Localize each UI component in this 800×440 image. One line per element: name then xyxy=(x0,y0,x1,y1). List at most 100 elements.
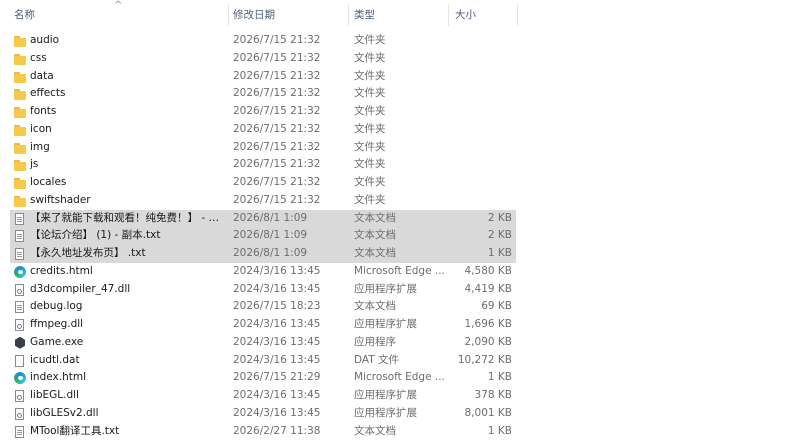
text-file-icon xyxy=(13,425,27,439)
file-type: 文件夹 xyxy=(354,156,446,174)
column-name-label: 名称 xyxy=(14,9,35,21)
folder-icon xyxy=(13,123,27,137)
file-row[interactable]: img2026/7/15 21:32文件夹 xyxy=(0,139,800,157)
edge-icon xyxy=(13,371,27,385)
file-size: 69 KB xyxy=(446,298,512,316)
column-date-header[interactable]: 修改日期 xyxy=(229,0,348,30)
column-divider[interactable] xyxy=(348,4,349,26)
folder-icon xyxy=(13,176,27,190)
file-type: 文本文档 xyxy=(354,298,446,316)
dll-file-icon xyxy=(13,318,27,332)
file-row[interactable]: index.html2026/7/15 21:29Microsoft Edge … xyxy=(0,369,800,387)
file-name: swiftshader xyxy=(30,192,226,210)
file-size: 10,272 KB xyxy=(446,352,512,370)
file-date: 2026/2/27 11:38 xyxy=(233,423,348,440)
file-row[interactable]: credits.html2024/3/16 13:45Microsoft Edg… xyxy=(0,263,800,281)
file-date: 2024/3/16 13:45 xyxy=(233,281,348,299)
folder-icon xyxy=(13,52,27,66)
file-size xyxy=(446,68,512,86)
file-type: 文件夹 xyxy=(354,103,446,121)
folder-icon xyxy=(13,194,27,208)
column-type-label: 类型 xyxy=(354,9,375,21)
file-row[interactable]: ffmpeg.dll2024/3/16 13:45应用程序扩展1,696 KB xyxy=(0,316,800,334)
file-size: 4,419 KB xyxy=(446,281,512,299)
file-date: 2026/7/15 21:32 xyxy=(233,50,348,68)
file-date: 2026/7/15 21:29 xyxy=(233,369,348,387)
column-divider[interactable] xyxy=(448,4,449,26)
blank-file-icon xyxy=(13,354,27,368)
file-size: 8,001 KB xyxy=(446,405,512,423)
file-type: 文件夹 xyxy=(354,85,446,103)
dll-file-icon xyxy=(13,283,27,297)
column-type-header[interactable]: 类型 xyxy=(350,0,446,30)
text-file-icon xyxy=(13,300,27,314)
file-row[interactable]: 【永久地址发布页】 .txt2026/8/1 1:09文本文档1 KB xyxy=(0,245,800,263)
file-date: 2026/7/15 18:23 xyxy=(233,298,348,316)
file-size xyxy=(446,192,512,210)
file-name: locales xyxy=(30,174,226,192)
file-size: 1 KB xyxy=(446,369,512,387)
file-date: 2026/7/15 21:32 xyxy=(233,32,348,50)
file-size: 2,090 KB xyxy=(446,334,512,352)
file-name: audio xyxy=(30,32,226,50)
file-name: Game.exe xyxy=(30,334,226,352)
file-date: 2026/7/15 21:32 xyxy=(233,192,348,210)
column-divider[interactable] xyxy=(517,4,518,26)
file-row[interactable]: Game.exe2024/3/16 13:45应用程序2,090 KB xyxy=(0,334,800,352)
column-size-header[interactable]: 大小 xyxy=(451,0,517,30)
file-row[interactable]: d3dcompiler_47.dll2024/3/16 13:45应用程序扩展4… xyxy=(0,281,800,299)
file-row[interactable]: js 2026/7/15 21:32 文件夹 xyxy=(0,156,800,174)
file-size: 1 KB xyxy=(446,423,512,440)
folder-icon xyxy=(13,158,27,172)
folder-icon xyxy=(13,141,27,155)
text-file-icon xyxy=(13,247,27,261)
column-header: 名称 ^ 修改日期 类型 大小 xyxy=(0,0,800,30)
file-name: 【永久地址发布页】 .txt xyxy=(30,245,226,263)
file-date: 2026/8/1 1:09 xyxy=(233,227,348,245)
folder-icon xyxy=(13,105,27,119)
file-row[interactable]: 【来了就能下载和观看！纯免费！】 - 副...2026/8/1 1:09文本文档… xyxy=(0,210,800,228)
file-type: 文件夹 xyxy=(354,121,446,139)
file-row[interactable]: fonts2026/7/15 21:32文件夹 xyxy=(0,103,800,121)
file-name: ffmpeg.dll xyxy=(30,316,226,334)
file-row[interactable]: data2026/7/15 21:32文件夹 xyxy=(0,68,800,86)
file-row[interactable]: swiftshader2026/7/15 21:32文件夹 xyxy=(0,192,800,210)
file-size: 378 KB xyxy=(446,387,512,405)
file-row[interactable]: libEGL.dll2024/3/16 13:45应用程序扩展378 KB xyxy=(0,387,800,405)
file-size: 4,580 KB xyxy=(446,263,512,281)
file-date: 2026/7/15 21:32 xyxy=(233,85,348,103)
file-type: 应用程序 xyxy=(354,334,446,352)
file-size xyxy=(446,32,512,50)
file-row[interactable]: icon2026/7/15 21:32文件夹 xyxy=(0,121,800,139)
file-date: 2026/7/15 21:32 xyxy=(233,156,348,174)
file-size xyxy=(446,103,512,121)
file-date: 2024/3/16 13:45 xyxy=(233,387,348,405)
file-row[interactable]: audio2026/7/15 21:32文件夹 xyxy=(0,32,800,50)
file-row[interactable]: css2026/7/15 21:32文件夹 xyxy=(0,50,800,68)
column-date-label: 修改日期 xyxy=(233,9,275,21)
file-row[interactable]: MTool翻译工具.txt2026/2/27 11:38文本文档1 KB xyxy=(0,423,800,440)
file-type: 文件夹 xyxy=(354,68,446,86)
file-row[interactable]: icudtl.dat2024/3/16 13:45DAT 文件10,272 KB xyxy=(0,352,800,370)
edge-icon xyxy=(13,265,27,279)
file-date: 2024/3/16 13:45 xyxy=(233,316,348,334)
file-row[interactable]: locales2026/7/15 21:32文件夹 xyxy=(0,174,800,192)
file-name: libEGL.dll xyxy=(30,387,226,405)
file-size xyxy=(446,50,512,68)
file-name: js xyxy=(30,156,226,174)
file-date: 2026/7/15 21:32 xyxy=(233,121,348,139)
file-row[interactable]: debug.log2026/7/15 18:23文本文档69 KB xyxy=(0,298,800,316)
file-size xyxy=(446,156,512,174)
file-list: audio 2026/7/15 21:32 文件夹 css 2026/7/15 21:3… xyxy=(0,32,800,440)
file-date: 2024/3/16 13:45 xyxy=(233,263,348,281)
file-date: 2026/7/15 21:32 xyxy=(233,139,348,157)
file-size xyxy=(446,174,512,192)
file-date: 2024/3/16 13:45 xyxy=(233,352,348,370)
file-row[interactable]: libGLESv2.dll2024/3/16 13:45应用程序扩展8,001 … xyxy=(0,405,800,423)
file-date: 2026/7/15 21:32 xyxy=(233,68,348,86)
file-name: credits.html xyxy=(30,263,226,281)
file-row[interactable]: 【论坛介绍】 (1) - 副本.txt2026/8/1 1:09文本文档2 KB xyxy=(0,227,800,245)
file-row[interactable]: effects2026/7/15 21:32文件夹 xyxy=(0,85,800,103)
file-name: css xyxy=(30,50,226,68)
file-date: 2026/8/1 1:09 xyxy=(233,245,348,263)
